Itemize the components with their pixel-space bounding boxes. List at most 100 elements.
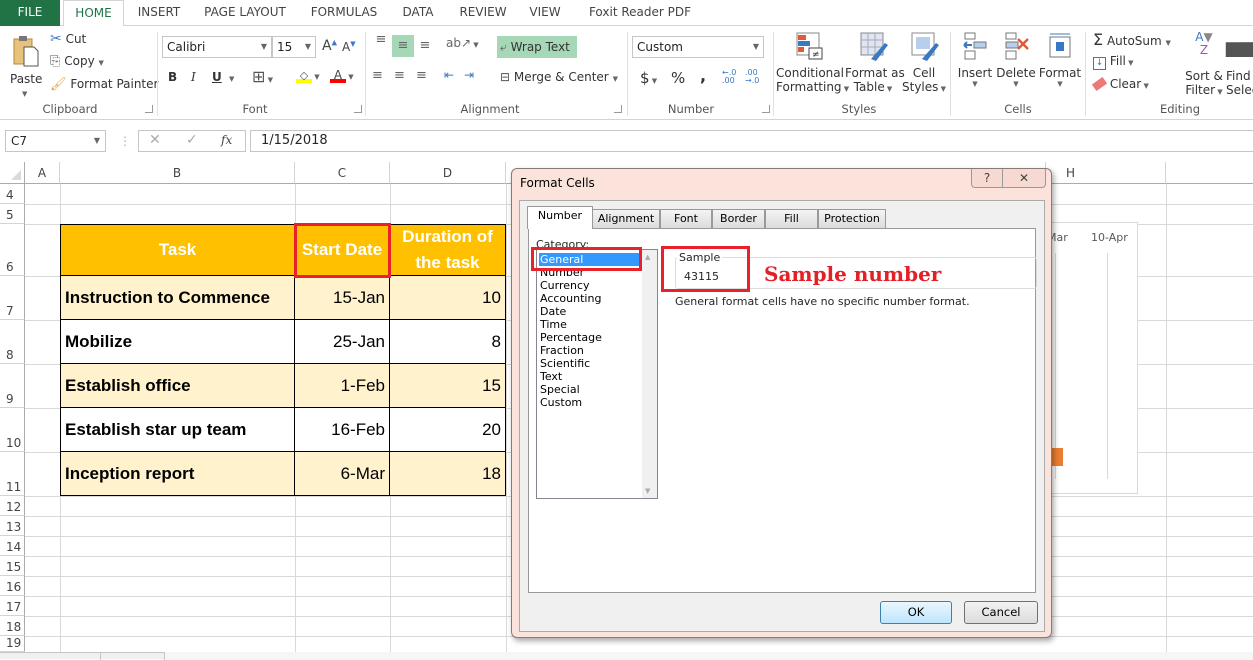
- format-painter-button[interactable]: 🖌 Format Painter: [50, 77, 158, 92]
- borders-button[interactable]: ⊞ ▼: [252, 67, 273, 86]
- font-size-select[interactable]: 15 ▼: [272, 36, 316, 58]
- format-as-table-button[interactable]: Format as Table ▼: [845, 31, 905, 94]
- cell-duration[interactable]: 20: [390, 408, 506, 452]
- cancel-entry-icon[interactable]: ✕: [149, 132, 161, 148]
- tab-view[interactable]: VIEW: [522, 0, 568, 26]
- conditional-formatting-button[interactable]: ≠ Conditional Formatting ▼: [776, 31, 849, 94]
- row-header-5[interactable]: 5: [0, 204, 25, 224]
- copy-dropdown-icon[interactable]: ▼: [99, 59, 104, 67]
- number-launcher-icon[interactable]: [762, 105, 770, 113]
- gantt-chart[interactable]: -Mar 10-Apr: [1040, 222, 1138, 494]
- bold-button[interactable]: B: [168, 70, 177, 84]
- column-header-b[interactable]: B: [60, 162, 295, 184]
- top-align-button[interactable]: ≡: [372, 32, 390, 52]
- bottom-align-button[interactable]: ≡: [416, 38, 434, 58]
- tab-foxit-reader-pdf[interactable]: Foxit Reader PDF: [580, 0, 700, 26]
- cell-duration[interactable]: 10: [390, 276, 506, 320]
- format-cells-button[interactable]: Format ▼: [1038, 31, 1082, 88]
- column-header-d[interactable]: D: [390, 162, 506, 184]
- merge-center-button[interactable]: ⊟ Merge & Center ▼: [500, 70, 618, 84]
- dialog-tab-protection[interactable]: Protection: [818, 209, 886, 228]
- fill-color-button[interactable]: ◇ ▼: [296, 68, 320, 83]
- row-header-19[interactable]: 19: [0, 636, 25, 652]
- cell-task[interactable]: Establish office: [61, 364, 295, 408]
- cell-start-date[interactable]: 15-Jan: [295, 276, 390, 320]
- cell-task[interactable]: Mobilize: [61, 320, 295, 364]
- category-item-custom[interactable]: Custom: [540, 396, 582, 409]
- scroll-down-icon[interactable]: ▼: [645, 487, 650, 495]
- tab-data[interactable]: DATA: [394, 0, 442, 26]
- cell-duration[interactable]: 15: [390, 364, 506, 408]
- row-header-4[interactable]: 4: [0, 184, 25, 204]
- dialog-tab-border[interactable]: Border: [712, 209, 765, 228]
- dialog-tab-fill[interactable]: Fill: [765, 209, 818, 228]
- category-item-accounting[interactable]: Accounting: [540, 292, 601, 305]
- increase-font-size-button[interactable]: A▲: [322, 38, 337, 54]
- cell-task[interactable]: Instruction to Commence: [61, 276, 295, 320]
- scroll-up-icon[interactable]: ▲: [645, 253, 650, 261]
- tab-review[interactable]: REVIEW: [452, 0, 514, 26]
- sort-filter-button[interactable]: A▼ Z Sort & Filter ▼: [1184, 31, 1224, 98]
- number-format-select[interactable]: Custom ▼: [632, 36, 764, 58]
- italic-button[interactable]: I: [191, 70, 196, 84]
- row-header-9[interactable]: 9: [0, 364, 25, 408]
- delete-cells-button[interactable]: Delete ▼: [996, 31, 1036, 88]
- row-header-16[interactable]: 16: [0, 576, 25, 596]
- chevron-down-icon[interactable]: ▼: [94, 131, 100, 151]
- cell-start-date[interactable]: 16-Feb: [295, 408, 390, 452]
- tab-insert[interactable]: INSERT: [130, 0, 188, 26]
- underline-dropdown-icon[interactable]: ▼: [229, 75, 234, 83]
- column-header-i[interactable]: [1166, 162, 1253, 184]
- decrease-decimal-button[interactable]: .00 →.0: [745, 69, 759, 85]
- wrap-text-button[interactable]: ⤶ Wrap Text: [497, 36, 577, 58]
- cell-task[interactable]: Establish star up team: [61, 408, 295, 452]
- column-header-a[interactable]: A: [25, 162, 60, 184]
- category-item-percentage[interactable]: Percentage: [540, 331, 602, 344]
- header-task[interactable]: Task: [61, 225, 295, 276]
- row-header-8[interactable]: 8: [0, 320, 25, 364]
- increase-indent-button[interactable]: ⇥: [464, 68, 474, 82]
- font-launcher-icon[interactable]: [354, 105, 362, 113]
- cell-start-date[interactable]: 1-Feb: [295, 364, 390, 408]
- cell-styles-button[interactable]: Cell Styles ▼: [902, 31, 946, 94]
- cell-start-date[interactable]: 6-Mar: [295, 452, 390, 496]
- column-header-h[interactable]: H: [1046, 162, 1166, 184]
- category-item-fraction[interactable]: Fraction: [540, 344, 584, 357]
- tab-home[interactable]: HOME: [63, 0, 124, 27]
- decrease-font-size-button[interactable]: A▼: [342, 40, 356, 54]
- cell-task[interactable]: Inception report: [61, 452, 295, 496]
- formula-bar-grip-icon[interactable]: ⋮: [119, 134, 131, 148]
- copy-button[interactable]: ⎘ Copy ▼: [50, 54, 104, 69]
- category-list[interactable]: General Number Currency Accounting Date …: [536, 249, 658, 499]
- category-item-scientific[interactable]: Scientific: [540, 357, 590, 370]
- orientation-button[interactable]: ab↗ ▼: [446, 36, 479, 50]
- row-header-12[interactable]: 12: [0, 496, 25, 516]
- clear-button[interactable]: Clear ▼: [1091, 76, 1149, 92]
- dialog-tab-alignment[interactable]: Alignment: [592, 209, 660, 228]
- row-header-17[interactable]: 17: [0, 596, 25, 616]
- cell-start-date[interactable]: 25-Jan: [295, 320, 390, 364]
- dialog-tab-font[interactable]: Font: [660, 209, 712, 228]
- cancel-button[interactable]: Cancel: [964, 601, 1038, 624]
- header-duration[interactable]: Duration of the task: [390, 225, 506, 276]
- cell-duration[interactable]: 18: [390, 452, 506, 496]
- ok-button[interactable]: OK: [880, 601, 952, 624]
- row-header-13[interactable]: 13: [0, 516, 25, 536]
- align-left-button[interactable]: ≡: [372, 68, 383, 83]
- tab-file[interactable]: FILE: [0, 0, 60, 26]
- row-header-7[interactable]: 7: [0, 276, 25, 320]
- row-header-6[interactable]: 6: [0, 224, 25, 276]
- category-item-special[interactable]: Special: [540, 383, 580, 396]
- insert-cells-button[interactable]: Insert ▼: [956, 31, 994, 88]
- cut-button[interactable]: ✂ Cut: [50, 31, 86, 47]
- category-item-time[interactable]: Time: [540, 318, 567, 331]
- close-button[interactable]: ✕: [1002, 169, 1046, 188]
- column-header-c[interactable]: C: [295, 162, 390, 184]
- select-all-corner[interactable]: [0, 162, 25, 184]
- row-header-18[interactable]: 18: [0, 616, 25, 636]
- increase-decimal-button[interactable]: ←.0.00: [722, 69, 736, 85]
- align-right-button[interactable]: ≡: [416, 68, 427, 83]
- autosum-button[interactable]: Σ AutoSum ▼: [1093, 30, 1171, 49]
- find-select-button[interactable]: ▅▅ Find & Select: [1226, 31, 1253, 97]
- middle-align-button[interactable]: ≡: [392, 35, 414, 57]
